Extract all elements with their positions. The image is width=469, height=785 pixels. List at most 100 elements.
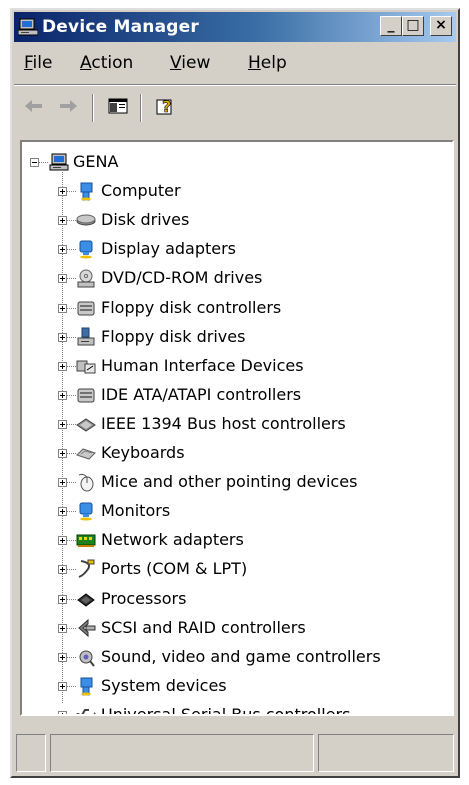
expand-toggle[interactable] — [58, 245, 67, 254]
tree-node-label: Display adapters — [101, 239, 237, 258]
menu-action[interactable]: Action — [76, 51, 137, 75]
device-manager-window: Device Manager _ □ × File Action View He… — [10, 8, 460, 778]
tree-connector — [67, 249, 76, 250]
expand-toggle[interactable] — [58, 565, 67, 574]
close-icon: × — [435, 17, 447, 33]
status-pane-2 — [50, 734, 314, 772]
tree-node-label: Disk drives — [101, 210, 190, 229]
expand-toggle[interactable] — [58, 333, 67, 342]
minimize-icon: _ — [387, 17, 395, 33]
keyboard-icon — [76, 448, 96, 460]
window-title: Device Manager — [42, 17, 199, 37]
tree-node[interactable]: IEEE 1394 Bus host controllers — [22, 410, 452, 439]
tree-connector — [67, 511, 76, 512]
tree-node[interactable]: SCSI and RAID controllers — [22, 614, 452, 643]
maximize-button[interactable]: □ — [402, 16, 424, 36]
tree-node[interactable]: Mice and other pointing devices — [22, 468, 452, 497]
menu-file[interactable]: File — [20, 51, 56, 75]
forward-arrow-icon — [60, 100, 77, 112]
tree-connector — [67, 686, 76, 687]
tree-node[interactable]: System devices — [22, 672, 452, 701]
tree-node[interactable]: Keyboards — [22, 439, 452, 468]
menu-view-mnemonic: V — [170, 53, 182, 73]
expand-toggle[interactable] — [58, 507, 67, 516]
menu-file-mnemonic: F — [24, 53, 33, 73]
tree-node[interactable]: Disk drives — [22, 206, 452, 235]
close-button[interactable]: × — [430, 16, 452, 36]
expand-toggle[interactable] — [58, 187, 67, 196]
forward-button[interactable] — [54, 94, 82, 120]
tree-node[interactable]: Computer — [22, 177, 452, 206]
show-hide-console-tree-button[interactable] — [104, 94, 132, 120]
menu-view[interactable]: View — [166, 51, 214, 75]
collapse-toggle[interactable] — [30, 158, 39, 167]
menu-help-label: elp — [260, 53, 287, 73]
tree-connector — [67, 628, 76, 629]
tree-node-label: Human Interface Devices — [101, 356, 304, 375]
menu-separator — [14, 84, 456, 86]
expand-toggle[interactable] — [58, 711, 67, 714]
expand-toggle[interactable] — [58, 420, 67, 429]
menu-help-mnemonic: H — [248, 53, 261, 73]
tree-node-label: Network adapters — [101, 530, 244, 549]
maximize-icon: □ — [406, 17, 420, 33]
menu-view-label: iew — [181, 53, 211, 73]
device-tree[interactable]: GENA Computer Disk drives Display adapters D… — [20, 140, 454, 716]
tree-node[interactable]: Floppy disk drives — [22, 323, 452, 352]
tree-node[interactable]: DVD/CD-ROM drives — [22, 264, 452, 293]
tree-node[interactable]: Sound, video and game controllers — [22, 643, 452, 672]
expand-toggle[interactable] — [58, 478, 67, 487]
computer-class-icon — [80, 182, 93, 201]
expand-toggle[interactable] — [58, 391, 67, 400]
minimize-button[interactable]: _ — [380, 16, 402, 36]
tree-node[interactable]: Human Interface Devices — [22, 352, 452, 381]
status-pane-1 — [16, 734, 46, 772]
status-pane-3 — [318, 734, 454, 772]
tree-node[interactable]: Processors — [22, 585, 452, 614]
tree-node-label: System devices — [101, 676, 227, 695]
tree-node[interactable]: Monitors — [22, 497, 452, 526]
network-adapter-icon — [76, 534, 96, 547]
monitor-icon — [79, 502, 93, 521]
tree-root-node[interactable]: GENA — [22, 148, 452, 177]
tree-connector — [67, 482, 76, 483]
menu-action-label: ction — [91, 53, 134, 73]
expand-toggle[interactable] — [58, 653, 67, 662]
toolbar-separator-2 — [140, 94, 142, 122]
expand-toggle[interactable] — [58, 595, 67, 604]
expand-toggle[interactable] — [58, 536, 67, 545]
expand-toggle[interactable] — [58, 274, 67, 283]
disk-drive-icon — [76, 214, 96, 226]
tree-node[interactable]: Ports (COM & LPT) — [22, 555, 452, 584]
menu-help[interactable]: Help — [244, 51, 291, 75]
expand-toggle[interactable] — [58, 682, 67, 691]
mouse-icon — [78, 473, 94, 492]
tree-connector — [67, 366, 76, 367]
expand-toggle[interactable] — [58, 449, 67, 458]
expand-toggle[interactable] — [58, 624, 67, 633]
expand-toggle[interactable] — [58, 362, 67, 371]
device-manager-icon — [18, 18, 38, 36]
tree-connector — [39, 162, 48, 163]
processor-icon — [77, 593, 95, 607]
computer-icon — [49, 153, 69, 171]
title-bar[interactable]: Device Manager _ □ × — [14, 12, 456, 42]
console-tree-icon — [108, 98, 128, 114]
tree-node[interactable]: Universal Serial Bus controllers — [22, 701, 452, 716]
status-bar — [14, 722, 456, 774]
tree-connector — [67, 308, 76, 309]
back-button[interactable] — [20, 94, 48, 120]
tree-node[interactable]: Network adapters — [22, 526, 452, 555]
ieee1394-icon — [76, 418, 96, 432]
sound-icon — [79, 650, 95, 667]
tree-connector — [67, 540, 76, 541]
help-button[interactable]: ? — [152, 94, 180, 120]
tree-connector — [67, 715, 76, 716]
tree-node[interactable]: Floppy disk controllers — [22, 294, 452, 323]
tree-node[interactable]: IDE ATA/ATAPI controllers — [22, 381, 452, 410]
tree-node[interactable]: Display adapters — [22, 235, 452, 264]
expand-toggle[interactable] — [58, 304, 67, 313]
floppy-controller-icon — [77, 301, 95, 316]
expand-toggle[interactable] — [58, 216, 67, 225]
cdrom-icon — [77, 269, 95, 288]
